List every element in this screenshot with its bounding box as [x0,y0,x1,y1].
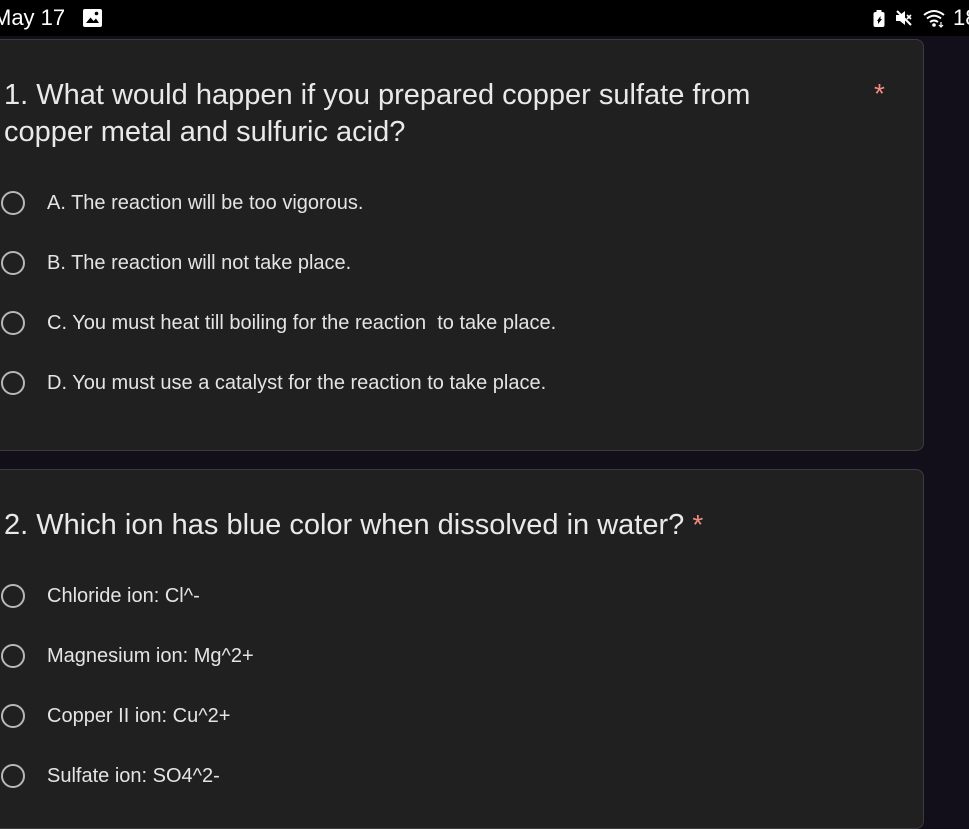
option-radio[interactable]: Sulfate ion: SO4^2- [1,760,220,792]
status-time: 18 [953,5,969,30]
option-radio[interactable]: C. You must heat till boiling for the re… [1,307,556,339]
option-radio[interactable]: Copper II ion: Cu^2+ [1,700,230,732]
option-radio[interactable]: B. The reaction will not take place. [1,247,351,279]
status-bar: May 17 18 [0,0,969,36]
question-card-1: 1. What would happen if you prepared cop… [0,39,924,451]
radio-button[interactable] [1,644,25,668]
question-2-title: 2. Which ion has blue color when dissolv… [4,506,834,544]
gallery-icon [83,9,102,27]
mute-icon [896,10,912,26]
option-radio[interactable]: Magnesium ion: Mg^2+ [1,640,254,672]
radio-button[interactable] [1,191,25,215]
question-card-2: 2. Which ion has blue color when dissolv… [0,469,924,829]
radio-button[interactable] [1,584,25,608]
option-label: Copper II ion: Cu^2+ [47,704,231,727]
radio-button[interactable] [1,251,25,275]
radio-button[interactable] [1,371,25,395]
option-label: Magnesium ion: Mg^2+ [47,644,254,667]
option-label: Sulfate ion: SO4^2- [47,764,220,787]
status-date: May 17 [0,5,66,30]
radio-button[interactable] [1,704,25,728]
wifi-icon [923,10,945,28]
option-label: D. You must use a catalyst for the react… [47,371,547,394]
option-label: B. The reaction will not take place. [47,251,352,274]
option-label: C. You must heat till boiling for the re… [47,311,557,334]
option-radio[interactable]: A. The reaction will be too vigorous. [1,187,363,219]
radio-button[interactable] [1,311,25,335]
option-radio[interactable]: D. You must use a catalyst for the react… [1,367,546,399]
battery-saver-icon [873,10,885,27]
option-radio[interactable]: Chloride ion: Cl^- [1,580,200,612]
option-label: Chloride ion: Cl^- [47,584,200,607]
required-indicator: * [692,509,704,540]
required-indicator: * [874,78,885,109]
radio-button[interactable] [1,764,25,788]
question-2-text: 2. Which ion has blue color when dissolv… [4,509,685,541]
question-1-title: 1. What would happen if you prepared cop… [4,79,751,148]
option-label: A. The reaction will be too vigorous. [47,191,364,214]
